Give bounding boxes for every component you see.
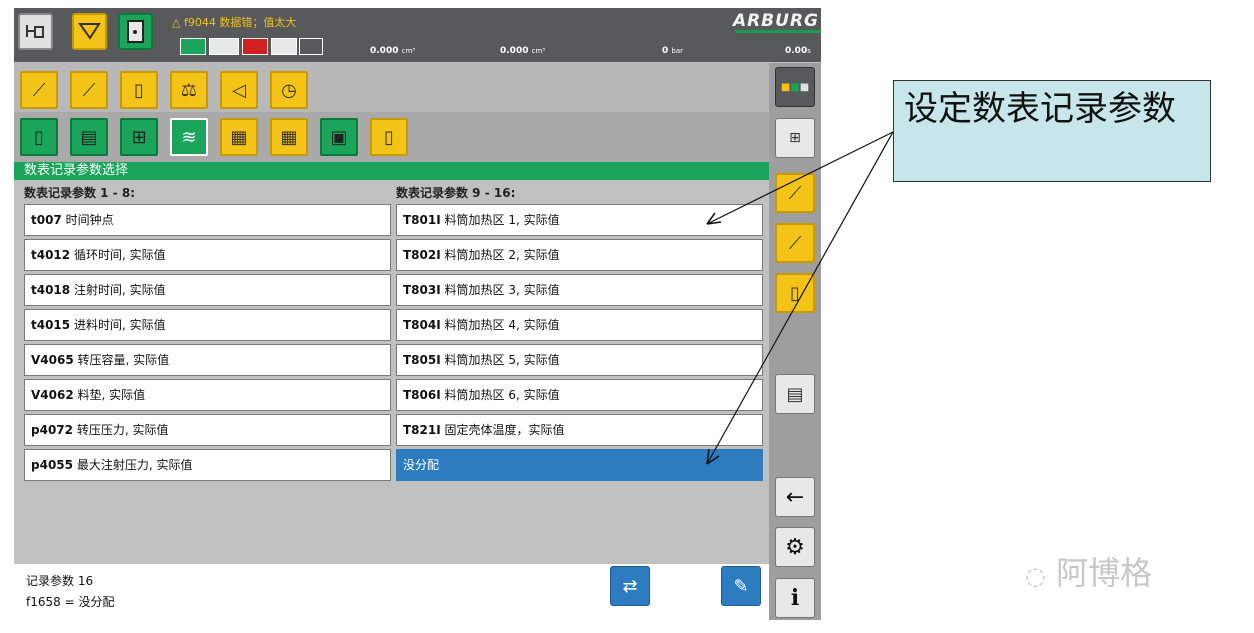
annotation-arrows: [706, 131, 894, 465]
brand-watermark: ◌ 阿博格: [1025, 554, 1153, 592]
chat-bubble-icon: ◌: [1025, 562, 1046, 590]
arrow-to-first-param: [706, 131, 894, 225]
arrow-to-unassigned: [706, 131, 894, 465]
